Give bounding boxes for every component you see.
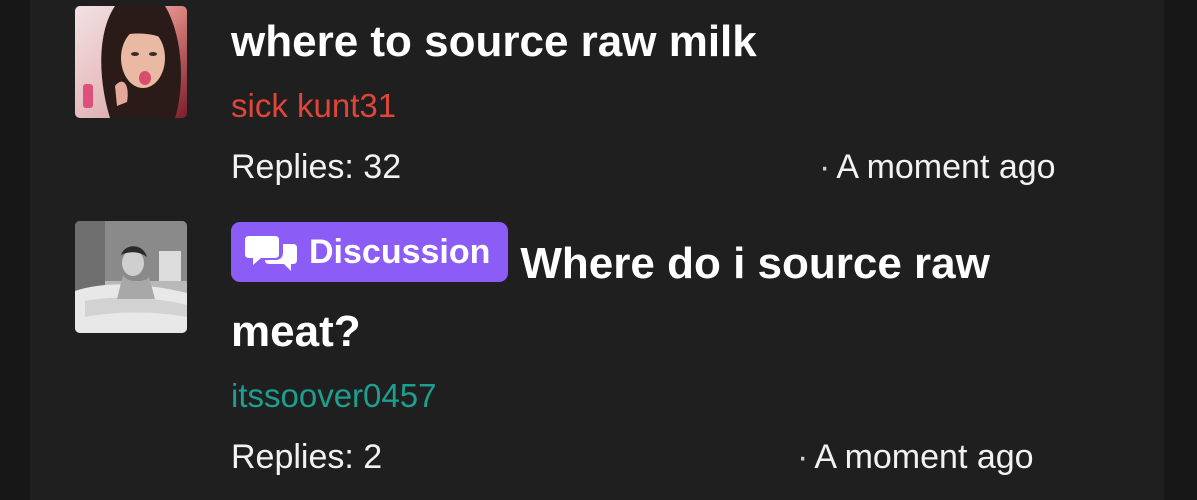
replies-count: Replies: 32 bbox=[231, 148, 402, 186]
timestamp-text: A moment ago bbox=[836, 148, 1056, 186]
timestamp-text: A moment ago bbox=[814, 438, 1034, 476]
timestamp: · A moment ago bbox=[819, 142, 1056, 192]
thread-list: where to source raw milk sick kunt31 Rep… bbox=[30, 0, 1164, 500]
avatar[interactable] bbox=[75, 6, 187, 118]
thread-title[interactable]: Discussion Where do i source raw meat? bbox=[231, 222, 1111, 366]
separator-dot: · bbox=[797, 438, 809, 476]
avatar[interactable] bbox=[75, 221, 187, 333]
thread-meta: Replies: 2 · A moment ago bbox=[231, 432, 1111, 482]
discussion-tag[interactable]: Discussion bbox=[231, 222, 509, 282]
replies-count: Replies: 2 bbox=[231, 438, 383, 476]
separator-dot: · bbox=[819, 148, 831, 186]
tag-label: Discussion bbox=[309, 233, 491, 271]
timestamp: · A moment ago bbox=[797, 432, 1034, 482]
author-name[interactable]: sick kunt31 bbox=[231, 84, 1111, 128]
thread-title[interactable]: where to source raw milk bbox=[231, 8, 1111, 76]
thread-meta: Replies: 32 · A moment ago bbox=[231, 142, 1111, 192]
chat-bubbles-icon bbox=[245, 236, 297, 271]
author-name[interactable]: itssoover0457 bbox=[231, 374, 1111, 418]
